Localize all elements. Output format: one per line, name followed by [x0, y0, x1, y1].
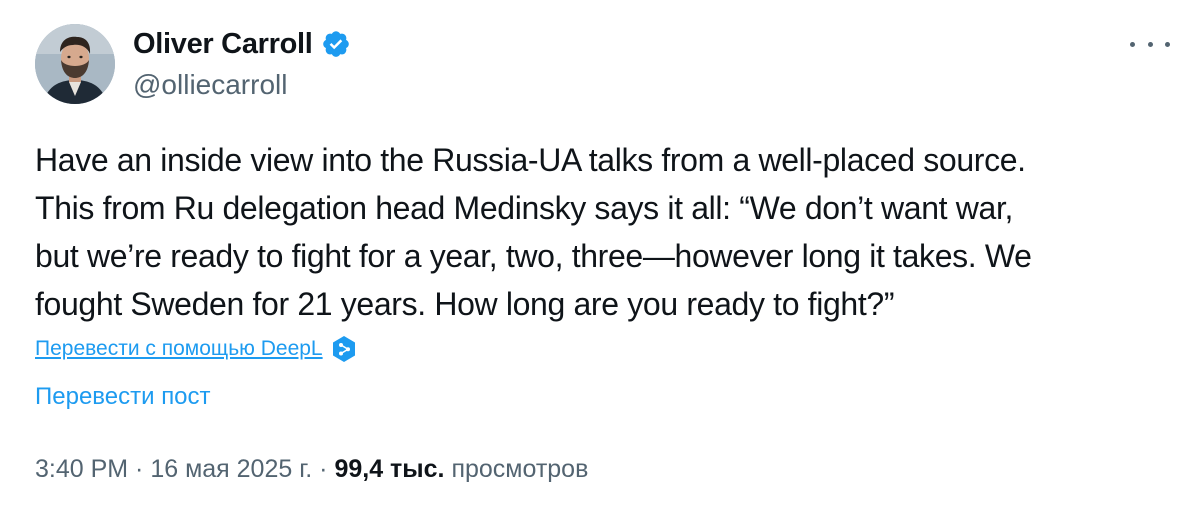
tweet-meta: 3:40 PM · 16 мая 2025 г. · 99,4 тыс. про…	[35, 452, 588, 486]
author-display-name[interactable]: Oliver Carroll	[133, 26, 313, 62]
translate-post-link[interactable]: Перевести пост	[35, 381, 211, 413]
tweet: Oliver Carroll @olliecarroll Have an ins…	[0, 0, 1204, 516]
tweet-text: Have an inside view into the Russia-UA t…	[35, 136, 1175, 328]
tweet-text-line: This from Ru delegation head Medinsky sa…	[35, 190, 1014, 226]
author-handle[interactable]: @olliecarroll	[133, 68, 287, 102]
tweet-time[interactable]: 3:40 PM	[35, 455, 128, 483]
meta-separator: ·	[312, 455, 335, 483]
verified-badge-icon[interactable]	[321, 29, 351, 59]
tweet-date[interactable]: 16 мая 2025 г.	[150, 455, 312, 483]
tweet-text-line: fought Sweden for 21 years. How long are…	[35, 286, 895, 322]
translate-deepl-link[interactable]: Перевести с помощью DeepL	[35, 337, 323, 361]
views-count[interactable]: 99,4 тыс.	[334, 455, 444, 483]
tweet-text-line: Have an inside view into the Russia-UA t…	[35, 142, 1026, 178]
meta-separator: ·	[128, 455, 151, 483]
deepl-translate-row: Перевести с помощью DeepL	[35, 334, 357, 364]
views-label: просмотров	[444, 455, 589, 483]
tweet-text-line: but we’re ready to fight for a year, two…	[35, 238, 1032, 274]
deepl-icon[interactable]	[331, 335, 357, 363]
avatar[interactable]	[35, 24, 115, 104]
more-options-icon[interactable]	[1130, 34, 1170, 54]
avatar-image	[35, 24, 115, 104]
author-name-row: Oliver Carroll	[133, 26, 351, 62]
